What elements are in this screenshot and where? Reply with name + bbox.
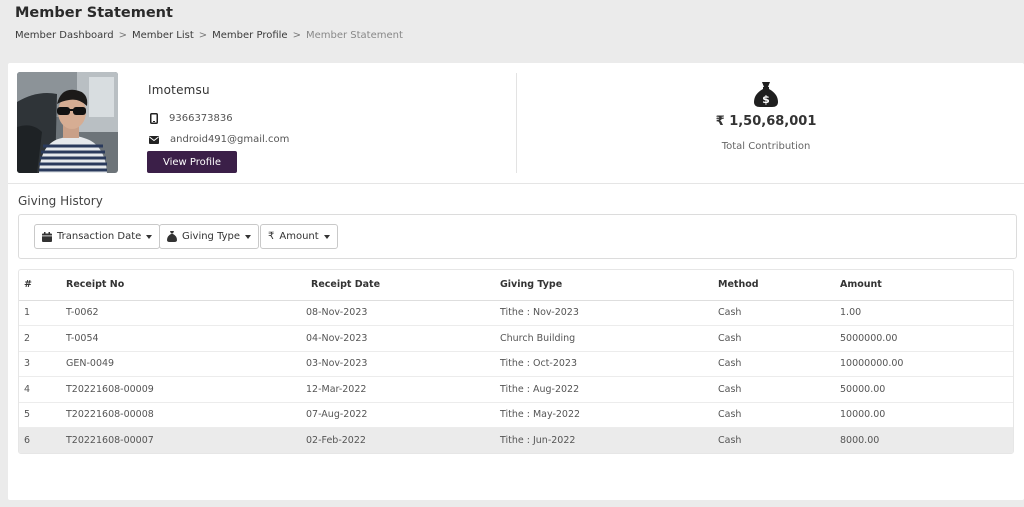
- receipt-date: 04-Nov-2023: [306, 325, 500, 352]
- giving-type: Tithe : May-2022: [500, 402, 718, 428]
- amount: 50000.00: [840, 376, 1013, 403]
- method: Cash: [718, 300, 840, 326]
- rupee-icon: ₹: [268, 231, 275, 242]
- receipt-date: 12-Mar-2022: [306, 376, 500, 403]
- giving-type-filter-label: Giving Type: [182, 231, 241, 242]
- column-header-receipt-date: Receipt Date: [306, 270, 500, 301]
- page-title: Member Statement: [15, 5, 173, 21]
- method: Cash: [718, 325, 840, 352]
- chevron-down-icon: [146, 234, 153, 239]
- giving-history-title: Giving History: [18, 194, 103, 208]
- receipt-no: T20221608-00008: [66, 402, 306, 428]
- breadcrumb-member-profile[interactable]: Member Profile: [212, 30, 287, 41]
- receipt-date: 08-Nov-2023: [306, 300, 500, 326]
- amount-filter-label: Amount: [279, 231, 319, 242]
- member-phone: 9366373836: [169, 113, 233, 124]
- amount: 5000000.00: [840, 325, 1013, 352]
- column-header-receipt-no: Receipt No: [66, 270, 306, 301]
- breadcrumb-current: Member Statement: [305, 30, 403, 41]
- receipt-date: 03-Nov-2023: [306, 351, 500, 377]
- row-number: 3: [19, 351, 66, 377]
- filter-bar: Transaction Date Giving Type ₹ Amount: [18, 214, 1017, 259]
- giving-type: Tithe : Oct-2023: [500, 351, 718, 377]
- giving-type-filter[interactable]: Giving Type: [159, 224, 260, 249]
- receipt-date: 02-Feb-2022: [306, 427, 500, 453]
- phone-row: 9366373836: [148, 113, 233, 124]
- member-name: Imotemsu: [148, 83, 210, 97]
- method: Cash: [718, 376, 840, 403]
- column-header-giving-type: Giving Type: [500, 270, 718, 301]
- receipt-no: T20221608-00007: [66, 427, 306, 453]
- chevron-down-icon: [323, 234, 330, 239]
- amount-filter[interactable]: ₹ Amount: [260, 224, 338, 249]
- row-number: 4: [19, 376, 66, 403]
- receipt-no: T20221608-00009: [66, 376, 306, 403]
- breadcrumb-member-dashboard[interactable]: Member Dashboard: [15, 30, 114, 41]
- view-profile-button[interactable]: View Profile: [147, 151, 237, 173]
- table-header-row: # Receipt No Receipt Date Giving Type Me…: [19, 270, 1013, 301]
- amount: 8000.00: [840, 427, 1013, 453]
- member-statement-card: Imotemsu 9366373836 android491@gmail.com…: [8, 63, 1024, 500]
- breadcrumb: Member Dashboard > Member List > Member Prof…: [15, 30, 403, 41]
- giving-type: Church Building: [500, 325, 718, 352]
- column-header-number: #: [19, 270, 66, 301]
- method: Cash: [718, 402, 840, 428]
- chevron-down-icon: [245, 234, 252, 239]
- receipt-no: T-0062: [66, 300, 306, 326]
- mobile-phone-icon: [148, 113, 160, 124]
- table-row: 2 T-0054 04-Nov-2023 Church Building Cas…: [19, 325, 1013, 352]
- breadcrumb-separator: >: [292, 30, 301, 41]
- table-row: 6 T20221608-00007 02-Feb-2022 Tithe : Ju…: [19, 427, 1013, 453]
- column-header-method: Method: [718, 270, 840, 301]
- calendar-icon: [42, 231, 52, 242]
- receipt-no: GEN-0049: [66, 351, 306, 377]
- email-row: android491@gmail.com: [148, 134, 289, 145]
- money-bag-icon: [167, 231, 177, 242]
- svg-text:$: $: [762, 93, 770, 106]
- profile-photo: [17, 72, 118, 173]
- amount: 10000000.00: [840, 351, 1013, 377]
- transaction-date-filter-label: Transaction Date: [57, 231, 142, 242]
- breadcrumb-separator: >: [198, 30, 208, 41]
- method: Cash: [718, 351, 840, 377]
- receipt-date: 07-Aug-2022: [306, 402, 500, 428]
- divider: [516, 73, 517, 173]
- transaction-date-filter[interactable]: Transaction Date: [34, 224, 161, 249]
- table-row: 5 T20221608-00008 07-Aug-2022 Tithe : Ma…: [19, 402, 1013, 428]
- breadcrumb-separator: >: [118, 30, 127, 41]
- method: Cash: [718, 427, 840, 453]
- giving-type: Tithe : Jun-2022: [500, 427, 718, 453]
- row-number: 6: [19, 427, 66, 453]
- row-number: 2: [19, 325, 66, 352]
- table-row: 3 GEN-0049 03-Nov-2023 Tithe : Oct-2023 …: [19, 351, 1013, 377]
- row-number: 5: [19, 402, 66, 428]
- envelope-icon: [148, 135, 160, 144]
- total-contribution-amount: ₹ 1,50,68,001: [715, 114, 817, 129]
- giving-type: Tithe : Nov-2023: [500, 300, 718, 326]
- section-divider: [8, 183, 1024, 184]
- member-email: android491@gmail.com: [170, 134, 290, 145]
- receipt-no: T-0054: [66, 325, 306, 352]
- giving-history-table: # Receipt No Receipt Date Giving Type Me…: [18, 269, 1014, 454]
- amount: 10000.00: [840, 402, 1013, 428]
- giving-type: Tithe : Aug-2022: [500, 376, 718, 403]
- table-row: 1 T-0062 08-Nov-2023 Tithe : Nov-2023 Ca…: [19, 300, 1013, 326]
- total-contribution-label: Total Contribution: [721, 141, 811, 152]
- breadcrumb-member-list[interactable]: Member List: [132, 30, 194, 41]
- table-row: 4 T20221608-00009 12-Mar-2022 Tithe : Au…: [19, 376, 1013, 403]
- amount: 1.00: [840, 300, 1013, 326]
- row-number: 1: [19, 300, 66, 326]
- money-bag-icon: $: [753, 80, 779, 107]
- column-header-amount: Amount: [840, 270, 1013, 301]
